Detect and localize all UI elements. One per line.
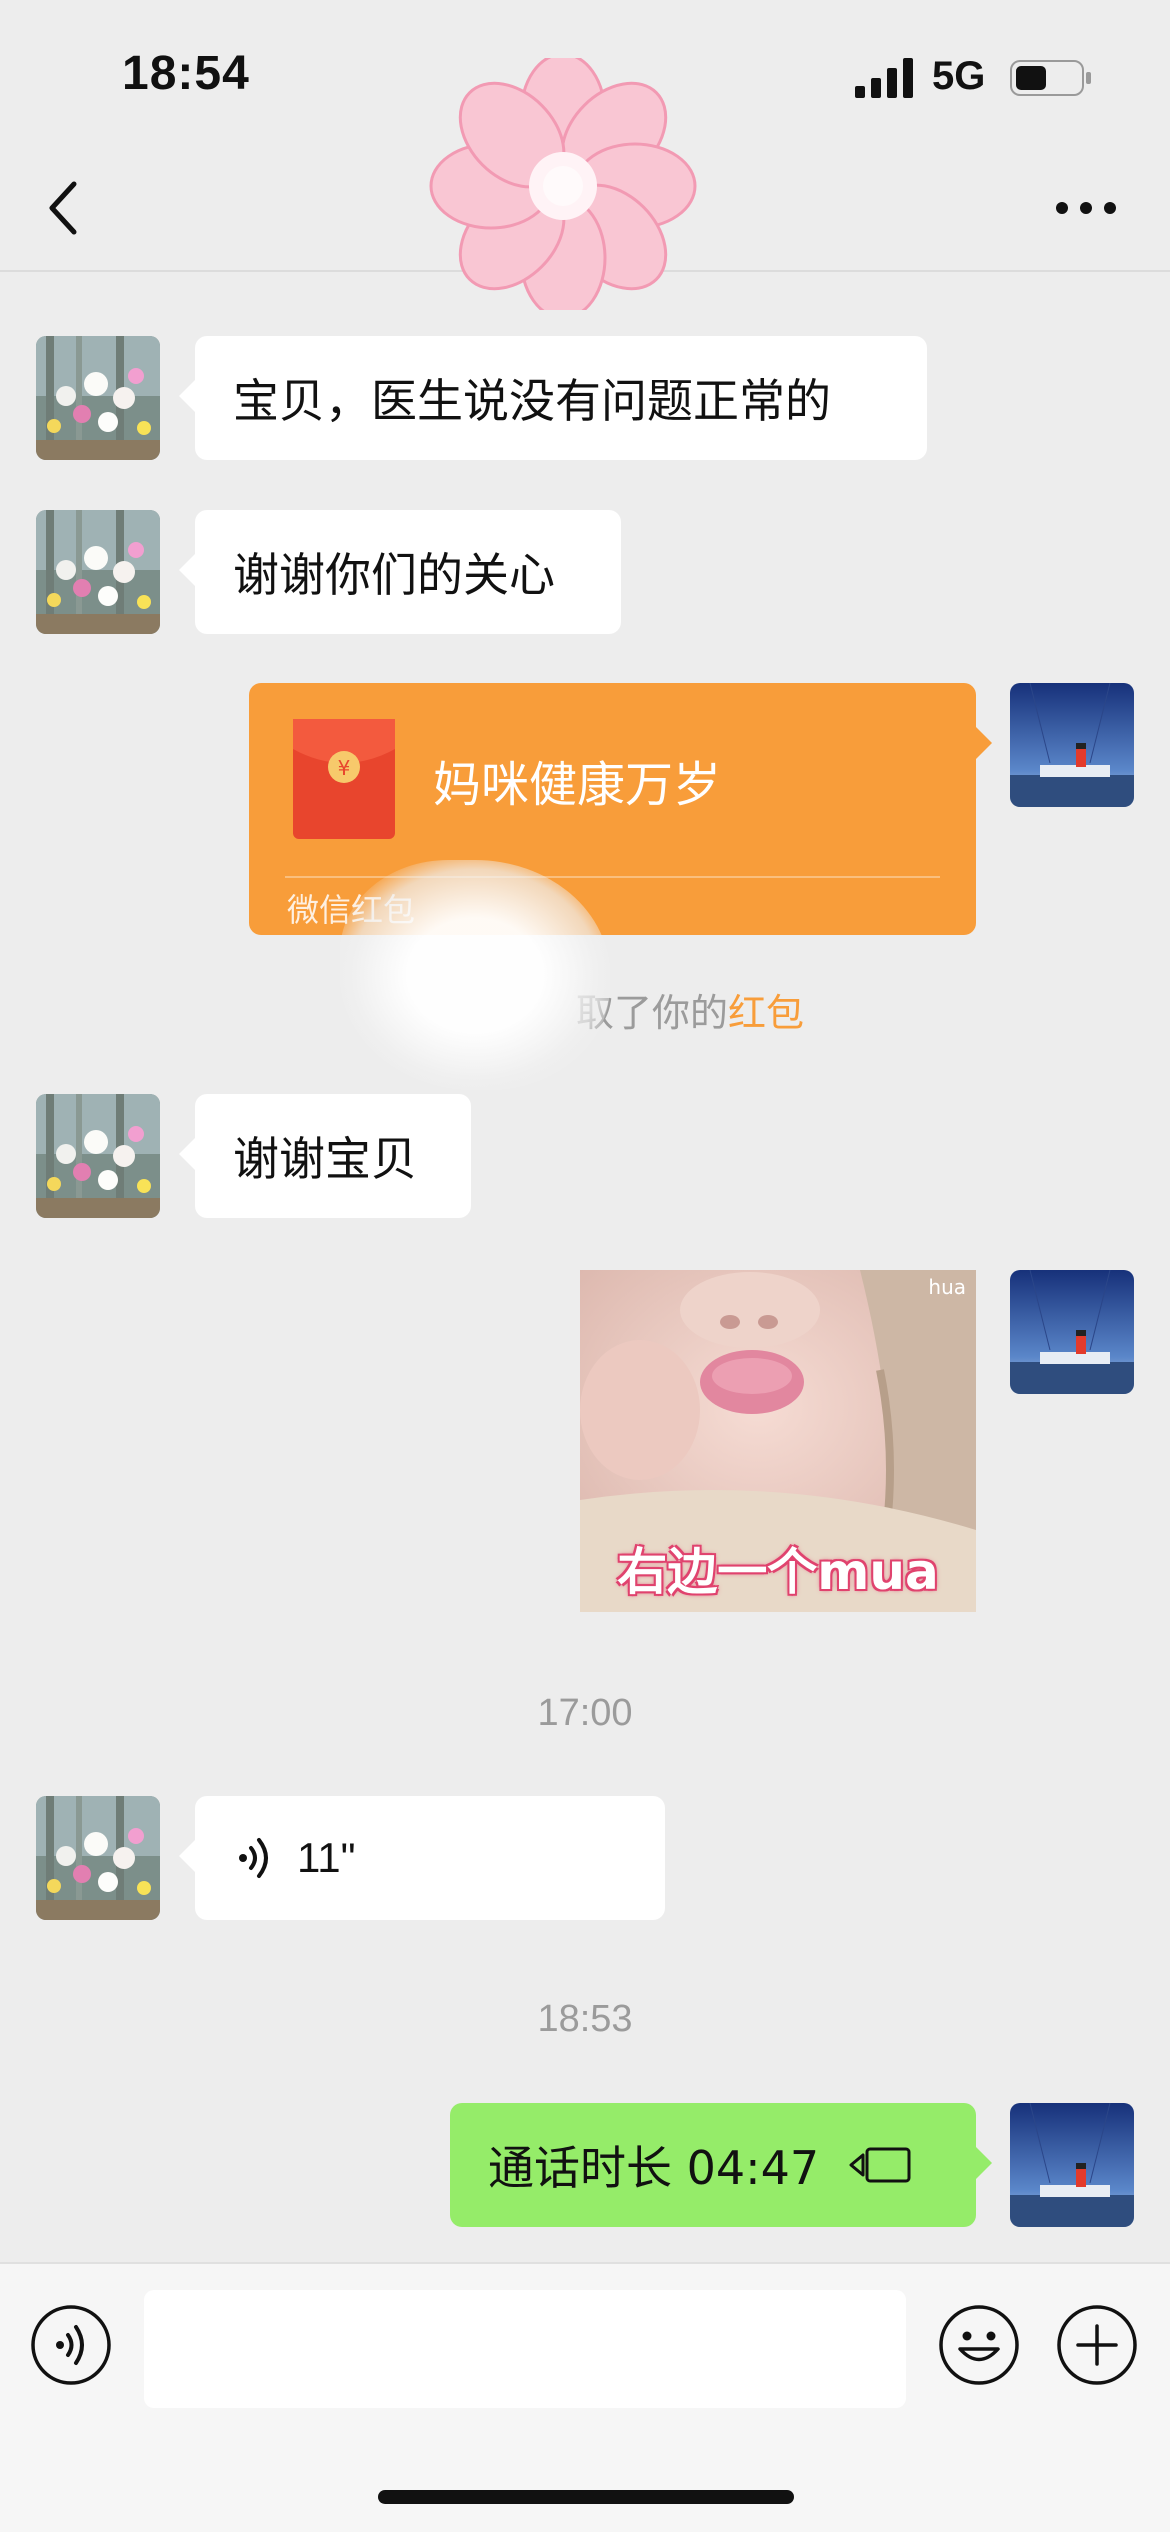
my-avatar[interactable]: [1010, 1270, 1134, 1394]
voice-wave-icon: [239, 1838, 268, 1878]
chevron-left-icon[interactable]: [40, 168, 90, 248]
call-duration-text: 通话时长 04:47: [488, 2141, 820, 2195]
top-bar: 18:54 5G: [0, 0, 1170, 310]
voice-duration: 11": [297, 1834, 356, 1881]
message-bubble[interactable]: 宝贝，医生说没有问题正常的: [179, 336, 927, 460]
home-indicator[interactable]: [378, 2490, 794, 2504]
contact-avatar[interactable]: [36, 1094, 160, 1218]
pink-flower-sticker: [429, 58, 697, 310]
contact-avatar[interactable]: [36, 510, 160, 634]
plus-circle-icon[interactable]: [1056, 2304, 1138, 2386]
signal-bars-icon: [855, 58, 913, 98]
svg-text:hua: hua: [928, 1275, 966, 1299]
timestamp: 17:00: [537, 1692, 633, 1734]
flower-avatar-icon: [36, 1094, 160, 1218]
message-bubble[interactable]: 谢谢宝贝: [179, 1094, 471, 1218]
redacted-smudge: [340, 860, 610, 1090]
status-time: 18:54: [122, 47, 250, 100]
red-packet-card[interactable]: ¥ 妈咪健康万岁 微信红包: [249, 683, 992, 935]
my-avatar[interactable]: [1010, 683, 1134, 807]
message-input[interactable]: [144, 2290, 906, 2408]
ship-avatar-icon: [1010, 1270, 1134, 1394]
flower-avatar-icon: [36, 1796, 160, 1920]
ship-avatar-icon: [1010, 683, 1134, 807]
ellipsis-icon[interactable]: [1054, 196, 1118, 220]
battery-half-icon: [1010, 60, 1091, 96]
voice-message-bubble[interactable]: 11": [179, 1796, 665, 1920]
contact-avatar[interactable]: [36, 336, 160, 460]
red-packet-icon: ¥: [293, 719, 395, 839]
sticker-image[interactable]: hua 右边一个mua: [580, 1270, 976, 1612]
red-packet-link[interactable]: 红包: [728, 991, 804, 1035]
svg-text:¥: ¥: [338, 756, 351, 780]
video-call-icon: [849, 2147, 911, 2183]
timestamp: 18:53: [537, 1998, 633, 2040]
emoji-smile-icon[interactable]: [938, 2304, 1020, 2386]
contact-avatar[interactable]: [36, 1796, 160, 1920]
call-record-bubble[interactable]: 通话时长 04:47: [450, 2103, 992, 2227]
sticker-caption: 右边一个mua: [617, 1543, 939, 1601]
ship-avatar-icon: [1010, 2103, 1134, 2227]
message-bubble[interactable]: 谢谢你们的关心: [179, 510, 621, 634]
flower-avatar-icon: [36, 510, 160, 634]
red-packet-title: 妈咪健康万岁: [433, 757, 722, 813]
voice-mode-icon[interactable]: [30, 2304, 112, 2386]
flower-avatar-icon: [36, 336, 160, 460]
my-avatar[interactable]: [1010, 2103, 1134, 2227]
network-type: 5G: [932, 54, 986, 98]
